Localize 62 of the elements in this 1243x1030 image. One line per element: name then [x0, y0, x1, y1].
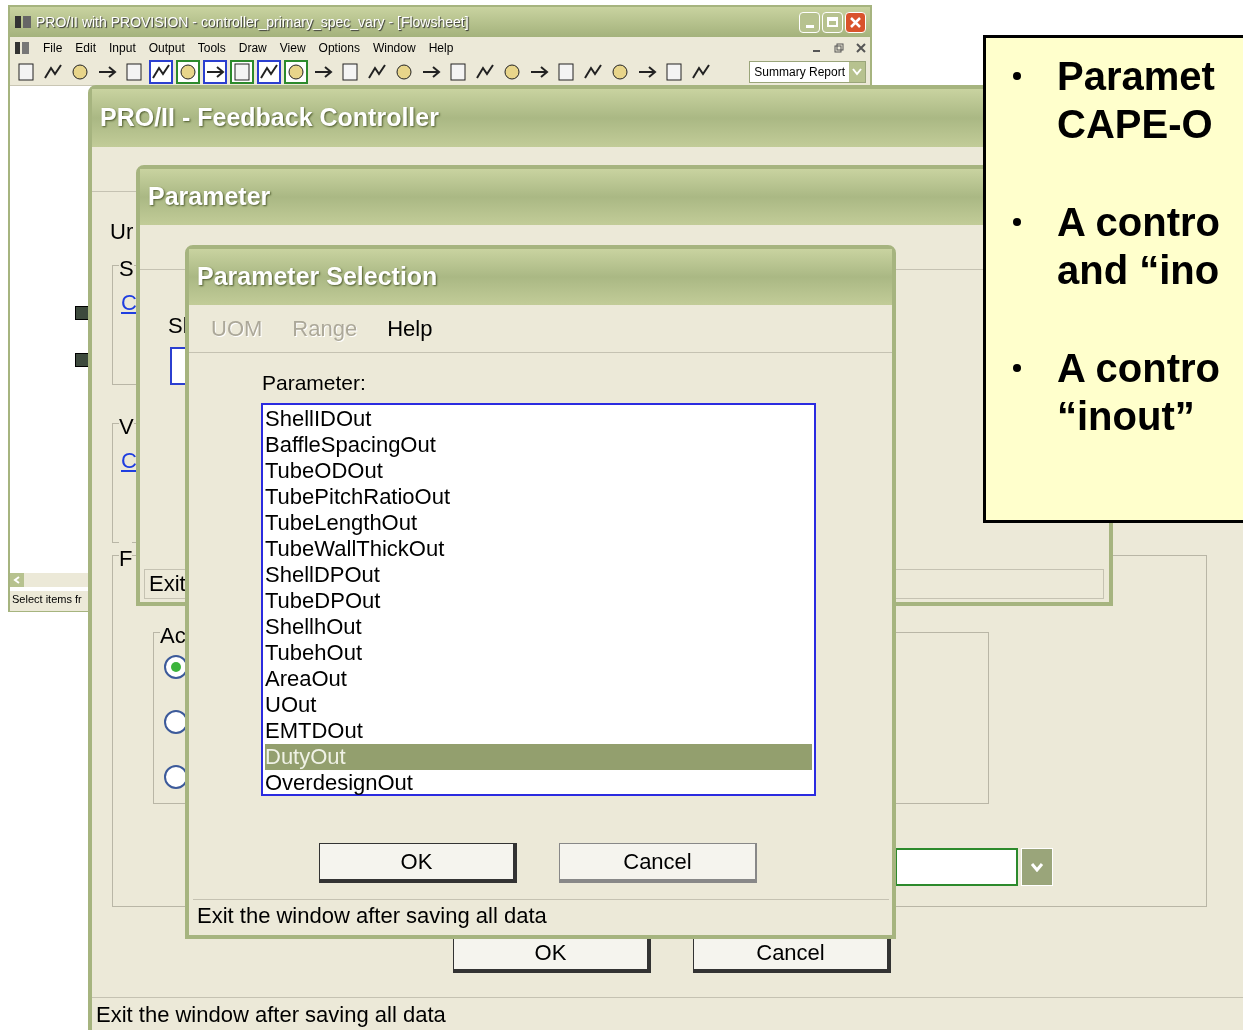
list-item[interactable]: OverdesignOut — [265, 770, 812, 796]
status-bar: Exit the window after saving all data — [92, 997, 1243, 1030]
menu-item[interactable]: View — [279, 38, 306, 57]
report-dropdown[interactable]: Summary Report — [749, 60, 866, 83]
note-text: CAPE-O — [1057, 101, 1214, 148]
list-item[interactable]: ShellhOut — [265, 614, 812, 640]
bullet-icon — [1013, 364, 1021, 372]
list-item[interactable]: TubeWallThickOut — [265, 536, 812, 562]
cancel-button[interactable]: Cancel — [559, 843, 757, 883]
chevron-down-icon — [1030, 862, 1044, 872]
label: Ur — [110, 218, 134, 246]
menu-item[interactable]: Edit — [75, 38, 97, 57]
flowsheet-block — [75, 353, 89, 367]
list-item[interactable]: EMTDOut — [265, 718, 812, 744]
list-item[interactable]: BaffleSpacingOut — [265, 432, 812, 458]
chevron-down-icon — [852, 67, 862, 76]
note-text: “inout” — [1057, 393, 1196, 440]
menu-item[interactable]: Draw — [238, 38, 267, 57]
toolbar-icon[interactable] — [149, 59, 173, 84]
link[interactable]: C — [121, 444, 137, 477]
toolbar-icon[interactable] — [203, 59, 227, 84]
menu-item[interactable]: Input — [109, 38, 136, 57]
list-item[interactable]: TubeLengthOut — [265, 510, 812, 536]
list-item[interactable]: ShellIDOut — [265, 406, 812, 432]
flowsheet-block — [75, 306, 89, 320]
radio-button[interactable] — [164, 655, 188, 679]
toolbar-icon[interactable] — [284, 59, 308, 84]
chevron-left-icon — [13, 576, 21, 584]
bullet-icon — [1013, 218, 1021, 226]
toolbar-icon[interactable] — [176, 59, 200, 84]
radio-button[interactable] — [164, 710, 188, 734]
list-label: Parameter: — [262, 370, 366, 396]
list-item[interactable]: TubeODOut — [265, 458, 812, 484]
bullet-icon — [1013, 72, 1021, 80]
list-item[interactable]: AreaOut — [265, 666, 812, 692]
dropdown-field[interactable] — [895, 848, 1053, 886]
menu-item[interactable]: Help — [428, 38, 454, 57]
status-bar: Exit the window after saving all data — [193, 899, 889, 933]
restore-icon[interactable] — [834, 42, 844, 53]
close-icon[interactable] — [856, 42, 866, 53]
document-icon — [14, 40, 30, 55]
menu-item[interactable]: Help — [387, 312, 433, 345]
menu-item[interactable]: Options — [318, 38, 360, 57]
note-text: Paramet — [1057, 53, 1215, 100]
list-item[interactable]: TubehOut — [265, 640, 812, 666]
list-item[interactable]: UOut — [265, 692, 812, 718]
close-icon — [850, 16, 861, 28]
menu-item[interactable]: Window — [372, 38, 416, 57]
radio-button[interactable] — [164, 765, 188, 789]
close-button[interactable] — [845, 11, 866, 33]
menu-item[interactable]: File — [43, 38, 63, 57]
app-icon — [14, 14, 32, 30]
note-text: and “ino — [1057, 247, 1220, 294]
note-text: A contro — [1057, 345, 1220, 392]
window-title: PRO/II with PROVISION - controller_primary_spec_vary - [Flowsheet] — [36, 12, 469, 32]
window-title: Parameter Selection — [189, 249, 892, 305]
list-item[interactable]: TubePitchRatioOut — [265, 484, 812, 510]
link[interactable]: C — [121, 286, 137, 319]
ok-button[interactable]: OK — [319, 843, 517, 883]
menu-item[interactable]: Tools — [197, 38, 226, 57]
menu-item[interactable]: Output — [148, 38, 185, 57]
toolbar-icon[interactable] — [257, 59, 281, 84]
